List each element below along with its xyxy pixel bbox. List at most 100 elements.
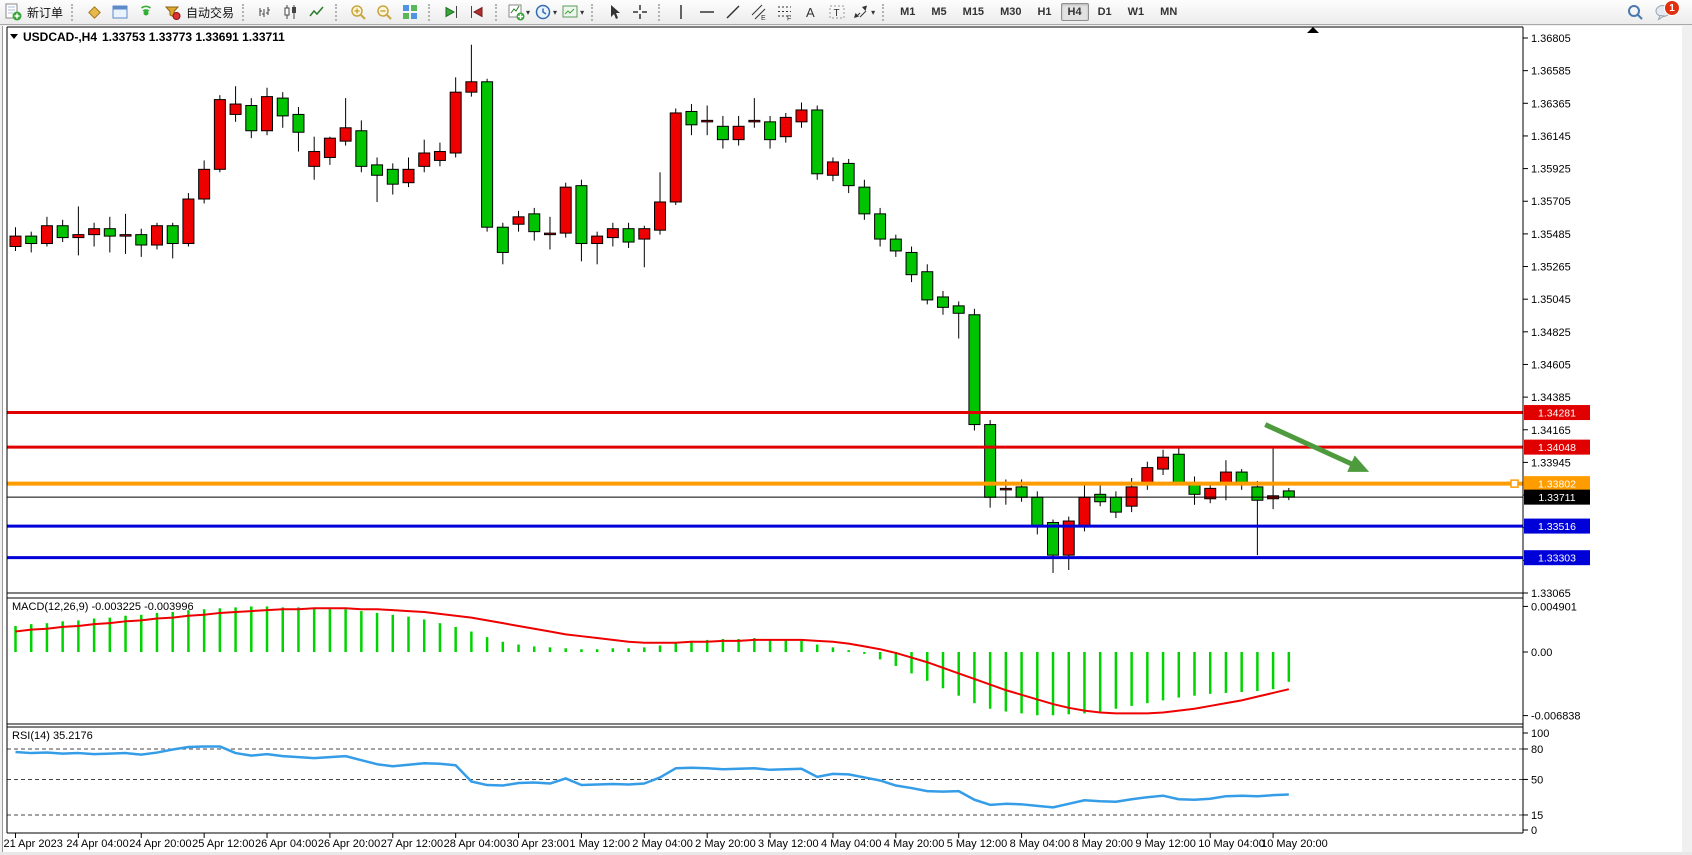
toolbar-separator [495, 4, 500, 21]
crosshair-icon [631, 3, 649, 21]
svg-text:1.33711: 1.33711 [1538, 492, 1575, 504]
candle [214, 95, 225, 172]
svg-text:1.33802: 1.33802 [1538, 479, 1576, 491]
chevron-down-icon: ▾ [526, 8, 530, 17]
fibonacci-button[interactable]: F [773, 1, 797, 24]
candle [482, 79, 493, 232]
timeframe-d1-button[interactable]: D1 [1091, 3, 1119, 21]
timeframe-m1-button[interactable]: M1 [893, 3, 922, 21]
time-tick-label: 26 Apr 04:00 [255, 838, 317, 850]
equidistant-channel-icon: E [750, 3, 768, 21]
search-button[interactable] [1623, 1, 1647, 24]
line-chart-icon [308, 3, 326, 21]
search-icon [1626, 3, 1644, 21]
price-badge: 1.33802 [1524, 476, 1590, 491]
candle [151, 223, 162, 250]
price-badge: 1.33711 [1524, 490, 1590, 505]
market-watch-icon [85, 3, 103, 21]
indicators-button[interactable]: ▾ [506, 1, 531, 24]
text-label-button[interactable]: T [825, 1, 849, 24]
time-tick-label: 27 Apr 12:00 [381, 838, 443, 850]
time-tick-label: 26 Apr 20:00 [318, 838, 380, 850]
time-tick-label: 10 May 04:00 [1198, 838, 1265, 850]
tile-windows-button[interactable] [398, 1, 422, 24]
horizontal-line-button[interactable] [695, 1, 719, 24]
candlestick-chart-button[interactable] [279, 1, 303, 24]
signals-icon [137, 3, 155, 21]
svg-text:F: F [787, 16, 791, 22]
timeframe-w1-button[interactable]: W1 [1121, 3, 1152, 21]
timeframe-h4-button[interactable]: H4 [1061, 3, 1089, 21]
timeframe-m30-button[interactable]: M30 [993, 3, 1028, 21]
new-order-label: 新订单 [27, 4, 63, 21]
auto-scroll-button[interactable] [439, 1, 463, 24]
new-order-button[interactable] [1, 1, 25, 24]
text-button[interactable]: A [799, 1, 823, 24]
auto-trading-button[interactable] [160, 1, 184, 24]
rsi-tick-label: 15 [1531, 810, 1543, 822]
templates-icon [561, 3, 579, 21]
chevron-down-icon: ▾ [871, 8, 875, 17]
crosshair-button[interactable] [628, 1, 652, 24]
time-tick-label: 4 May 04:00 [821, 838, 882, 850]
time-tick-label: 28 Apr 04:00 [444, 838, 506, 850]
timeframe-m5-button[interactable]: M5 [924, 3, 953, 21]
price-tick-label: 1.33945 [1531, 457, 1571, 469]
equidistant-channel-button[interactable]: E [747, 1, 771, 24]
price-badge: 1.33303 [1524, 550, 1590, 565]
price-tick-label: 1.35705 [1531, 196, 1571, 208]
rsi-tick-label: 80 [1531, 744, 1543, 756]
rsi-tick-label: 50 [1531, 774, 1543, 786]
time-tick-label: 24 Apr 20:00 [129, 838, 191, 850]
toolbar-separator [591, 4, 596, 21]
arrows-button[interactable]: ▾ [851, 1, 876, 24]
market-watch-button[interactable] [82, 1, 106, 24]
toolbar-separator [428, 4, 433, 21]
toolbar-separator [882, 4, 887, 21]
data-window-button[interactable] [108, 1, 132, 24]
text-label-icon: T [828, 3, 846, 21]
templates-button[interactable]: ▾ [560, 1, 585, 24]
signals-button[interactable] [134, 1, 158, 24]
svg-text:1.33516: 1.33516 [1538, 521, 1576, 533]
timeframe-h1-button[interactable]: H1 [1030, 3, 1058, 21]
timeframe-m15-button[interactable]: M15 [956, 3, 991, 21]
bar-chart-button[interactable] [253, 1, 277, 24]
line-handle[interactable] [1511, 480, 1518, 487]
chart-title: USDCAD-,H41.33753 1.33773 1.33691 1.3371… [10, 30, 285, 44]
candle [985, 420, 996, 508]
vertical-line-button[interactable] [669, 1, 693, 24]
candlestick-chart-icon [282, 3, 300, 21]
svg-text:1.34281: 1.34281 [1538, 408, 1576, 420]
price-tick-label: 1.34825 [1531, 327, 1571, 339]
chart-shift-button[interactable] [465, 1, 489, 24]
trendline-button[interactable] [721, 1, 745, 24]
time-tick-label: 25 Apr 12:00 [192, 838, 254, 850]
macd-tick-label: 0.004901 [1531, 601, 1577, 613]
new-order-icon [4, 3, 22, 21]
notifications-button[interactable]: 1 [1649, 0, 1677, 24]
periods-button[interactable]: ▾ [533, 1, 558, 24]
zoom-out-button[interactable] [372, 1, 396, 24]
price-tick-label: 1.35265 [1531, 262, 1571, 274]
price-tick-label: 1.34385 [1531, 392, 1571, 404]
cursor-icon [605, 3, 623, 21]
timeframe-mn-button[interactable]: MN [1153, 3, 1184, 21]
chart-shift-icon [468, 3, 486, 21]
svg-text:E: E [761, 15, 766, 21]
macd-label: MACD(12,26,9) -0.003225 -0.003996 [12, 601, 194, 613]
price-tick-label: 1.36145 [1531, 131, 1571, 143]
horizontal-line-icon [698, 3, 716, 21]
zoom-out-icon [375, 3, 393, 21]
zoom-in-button[interactable] [346, 1, 370, 24]
line-chart-button[interactable] [305, 1, 329, 24]
time-tick-label: 3 May 12:00 [758, 838, 819, 850]
chart-window[interactable]: USDCAD-,H41.33753 1.33773 1.33691 1.3371… [0, 0, 1692, 855]
cursor-button[interactable] [602, 1, 626, 24]
macd-tick-label: 0.00 [1531, 647, 1552, 659]
price-tick-label: 1.35925 [1531, 164, 1571, 176]
rsi-tick-label: 100 [1531, 728, 1549, 740]
price-tick-label: 1.36585 [1531, 66, 1571, 78]
rsi-tick-label: 0 [1531, 825, 1537, 837]
arrows-icon [852, 3, 870, 21]
